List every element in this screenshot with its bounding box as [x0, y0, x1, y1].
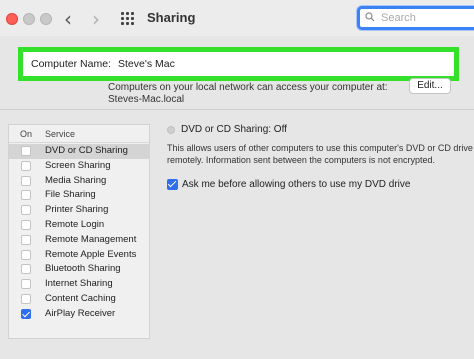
search-icon	[365, 12, 375, 22]
search-placeholder: Search	[381, 12, 416, 24]
ask-before-allowing-label[interactable]: Ask me before allowing others to use my …	[182, 179, 410, 190]
close-window-button[interactable]	[6, 13, 18, 25]
zoom-window-button[interactable]	[40, 13, 52, 25]
computer-name-label: Computer Name:	[31, 58, 111, 70]
divider	[0, 109, 474, 110]
local-hostname: Steves-Mac.local	[108, 94, 185, 105]
service-checkbox[interactable]	[21, 264, 31, 275]
service-label: Content Caching	[45, 293, 116, 304]
service-row[interactable]: AirPlay Receiver	[9, 307, 150, 322]
service-row[interactable]: Printer Sharing	[9, 203, 150, 218]
minimize-window-button[interactable]	[23, 13, 35, 25]
service-row[interactable]: Content Caching	[9, 292, 150, 307]
service-row[interactable]: Internet Sharing	[9, 277, 150, 292]
window-title: Sharing	[147, 10, 196, 25]
service-row[interactable]: DVD or CD Sharing	[9, 144, 150, 159]
service-label: File Sharing	[45, 189, 96, 201]
service-row[interactable]: Bluetooth Sharing	[9, 262, 150, 277]
service-label: Printer Sharing	[45, 204, 109, 216]
service-checkbox[interactable]	[21, 190, 31, 201]
service-row[interactable]: Remote Login	[9, 218, 150, 233]
service-list-header: On Service	[9, 125, 151, 143]
service-row[interactable]: Screen Sharing	[9, 159, 150, 174]
service-checkbox[interactable]	[21, 308, 31, 319]
service-checkbox[interactable]	[21, 234, 31, 245]
service-checkbox[interactable]	[21, 294, 31, 304]
service-checkbox[interactable]	[21, 220, 31, 230]
service-checkbox[interactable]	[21, 160, 31, 171]
computer-name-row: Computer Name: Steve's Mac	[18, 47, 459, 81]
forward-arrow-icon[interactable]: ›	[92, 7, 100, 31]
service-label: Remote Apple Events	[45, 248, 137, 260]
column-header-service[interactable]: Service	[45, 129, 75, 139]
service-label: AirPlay Receiver	[45, 307, 116, 319]
service-label: Remote Management	[45, 233, 137, 245]
column-header-on[interactable]: On	[20, 129, 32, 139]
show-all-grid-icon[interactable]	[121, 12, 135, 25]
edit-hostname-button[interactable]: Edit...	[409, 78, 451, 94]
service-row[interactable]: File Sharing	[9, 188, 150, 203]
service-checkbox[interactable]	[21, 205, 31, 216]
service-label: Internet Sharing	[45, 278, 113, 290]
ask-before-allowing-checkbox[interactable]	[167, 179, 178, 190]
service-checkbox[interactable]	[21, 249, 31, 260]
service-label: Bluetooth Sharing	[45, 263, 121, 275]
service-row[interactable]: Media Sharing	[9, 174, 150, 189]
service-checkbox[interactable]	[21, 279, 31, 290]
computer-name-field[interactable]: Steve's Mac	[118, 58, 175, 70]
status-indicator-icon	[167, 126, 175, 134]
service-description-line-1: This allows users of other computers to …	[167, 143, 473, 153]
service-row[interactable]: Remote Apple Events	[9, 248, 150, 263]
back-arrow-icon[interactable]: ‹	[64, 7, 72, 31]
service-label: DVD or CD Sharing	[45, 145, 128, 156]
service-row[interactable]: Remote Management	[9, 233, 150, 248]
service-description-line-2: remotely. Information sent between the c…	[167, 155, 435, 165]
title-bar: ‹ › Sharing Search	[0, 0, 474, 36]
service-label: Media Sharing	[45, 174, 107, 186]
service-list: On Service DVD or CD Sharing Screen Shari…	[8, 124, 151, 339]
service-label: Remote Login	[45, 219, 105, 230]
search-field[interactable]: Search	[357, 6, 474, 30]
service-label: Screen Sharing	[45, 159, 111, 171]
service-checkbox[interactable]	[21, 146, 31, 156]
service-status: DVD or CD Sharing: Off	[181, 124, 287, 135]
service-checkbox[interactable]	[21, 175, 31, 186]
network-access-info: Computers on your local network can acce…	[108, 82, 388, 93]
